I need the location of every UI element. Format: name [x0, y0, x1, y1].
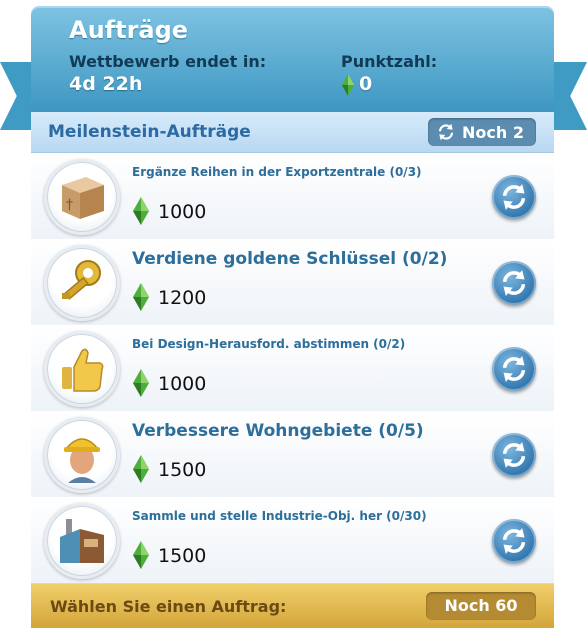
task-icon-frame — [44, 417, 120, 493]
footer-bar: Wählen Sie einen Auftrag: Noch 60 — [31, 584, 554, 628]
task-reward-value: 1500 — [158, 545, 207, 567]
task-reward-value: 1000 — [158, 373, 207, 395]
refresh-icon — [502, 270, 526, 296]
task-icon-frame — [44, 503, 120, 579]
refresh-icon — [502, 356, 526, 382]
milestone-remaining-badge: Noch 2 — [428, 118, 536, 146]
refresh-task-button[interactable] — [492, 175, 536, 219]
task-title: Sammle und stelle Industrie-Obj. her (0/… — [132, 509, 427, 523]
task-row[interactable]: Verbessere Wohngebiete (0/5) 1500 — [31, 411, 554, 498]
task-title: Verbessere Wohngebiete (0/5) — [132, 421, 424, 441]
simoleon-icon — [133, 197, 149, 225]
milestone-remaining: Noch 2 — [462, 123, 524, 142]
task-title: Verdiene goldene Schlüssel (0/2) — [132, 249, 448, 269]
footer-remaining-badge: Noch 60 — [426, 592, 536, 620]
simoleon-icon — [341, 74, 355, 96]
footer-prompt: Wählen Sie einen Auftrag: — [50, 597, 287, 616]
task-row[interactable]: Verdiene goldene Schlüssel (0/2) 1200 — [31, 239, 554, 326]
task-icon-frame: † — [44, 159, 120, 235]
refresh-icon — [502, 442, 526, 468]
milestone-header: Meilenstein-Aufträge Noch 2 — [31, 112, 554, 153]
factory-icon — [60, 519, 104, 563]
task-icon-frame — [44, 331, 120, 407]
competition-countdown: 4d 22h — [69, 73, 143, 95]
task-row[interactable]: † Ergänze Reihen in der Exportzentrale (… — [31, 153, 554, 240]
simoleon-icon — [133, 455, 149, 483]
task-reward-value: 1000 — [158, 201, 207, 223]
crate-icon: † — [62, 177, 104, 219]
refresh-icon — [502, 528, 526, 554]
task-reward-value: 1500 — [158, 459, 207, 481]
milestone-title: Meilenstein-Aufträge — [48, 122, 251, 142]
refresh-task-button[interactable] — [492, 261, 536, 305]
score-label: Punktzahl: — [341, 52, 438, 71]
simoleon-icon — [133, 541, 149, 569]
task-row[interactable]: Sammle und stelle Industrie-Obj. her (0/… — [31, 497, 554, 584]
task-reward-value: 1200 — [158, 287, 207, 309]
header-banner: Aufträge Wettbewerb endet in: 4d 22h Pun… — [31, 6, 554, 112]
refresh-task-button[interactable] — [492, 433, 536, 477]
worker-icon — [64, 438, 100, 483]
page-title: Aufträge — [69, 16, 189, 44]
refresh-task-button[interactable] — [492, 519, 536, 563]
task-row[interactable]: Bei Design-Herausford. abstimmen (0/2) 1… — [31, 325, 554, 412]
simoleon-icon — [133, 283, 149, 311]
golden-key-icon — [62, 260, 101, 300]
task-icon-frame — [44, 245, 120, 321]
competition-label: Wettbewerb endet in: — [69, 52, 267, 71]
refresh-task-button[interactable] — [492, 347, 536, 391]
task-title: Bei Design-Herausford. abstimmen (0/2) — [132, 337, 406, 351]
score-value: 0 — [359, 73, 373, 95]
thumbs-up-icon — [62, 348, 104, 392]
orders-panel: Aufträge Wettbewerb endet in: 4d 22h Pun… — [31, 6, 554, 628]
task-title: Ergänze Reihen in der Exportzentrale (0/… — [132, 165, 422, 179]
svg-text:†: † — [66, 197, 73, 213]
refresh-icon — [502, 184, 526, 210]
simoleon-icon — [133, 369, 149, 397]
refresh-icon — [438, 123, 454, 141]
